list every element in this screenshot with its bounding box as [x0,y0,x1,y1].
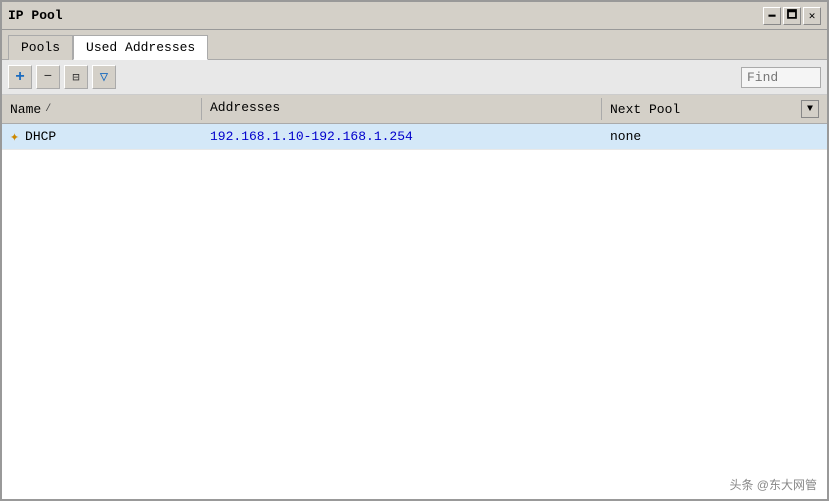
tab-bar: Pools Used Addresses [2,30,827,60]
filter-button[interactable]: ▽ [92,65,116,89]
column-header-addresses[interactable]: Addresses [202,98,602,120]
find-input[interactable] [741,67,821,88]
table-container: Name / Addresses Next Pool ▼ ✦ DHCP 192.… [2,95,827,499]
close-button[interactable]: ✕ [803,7,821,25]
minus-icon: − [44,69,52,85]
sort-indicator: / [45,104,51,115]
window-title: IP Pool [8,8,63,23]
add-button[interactable]: + [8,65,32,89]
table-row[interactable]: ✦ DHCP 192.168.1.10-192.168.1.254 none [2,124,827,150]
copy-button[interactable]: ⊟ [64,65,88,89]
copy-icon: ⊟ [72,70,79,85]
tab-used-addresses[interactable]: Used Addresses [73,35,208,60]
row-name-value: DHCP [25,129,56,144]
main-window: IP Pool 🗕 🗖 ✕ Pools Used Addresses + − ⊟… [0,0,829,501]
cell-next-pool: none [602,126,827,147]
minimize-button[interactable]: 🗕 [763,7,781,25]
toolbar: + − ⊟ ▽ [2,60,827,95]
row-icon: ✦ [10,127,19,146]
filter-icon: ▽ [100,69,108,86]
title-bar: IP Pool 🗕 🗖 ✕ [2,2,827,30]
window-controls: 🗕 🗖 ✕ [763,7,821,25]
add-icon: + [15,68,25,86]
column-header-name[interactable]: Name / [2,98,202,120]
maximize-button[interactable]: 🗖 [783,7,801,25]
cell-addresses: 192.168.1.10-192.168.1.254 [202,126,602,147]
column-header-next-pool[interactable]: Next Pool ▼ [602,98,827,120]
table-header: Name / Addresses Next Pool ▼ [2,95,827,124]
cell-name: ✦ DHCP [2,124,202,149]
remove-button[interactable]: − [36,65,60,89]
table-body: ✦ DHCP 192.168.1.10-192.168.1.254 none [2,124,827,150]
watermark: 头条 @东大网管 [729,476,817,493]
tab-pools[interactable]: Pools [8,35,73,60]
column-dropdown-arrow[interactable]: ▼ [801,100,819,118]
